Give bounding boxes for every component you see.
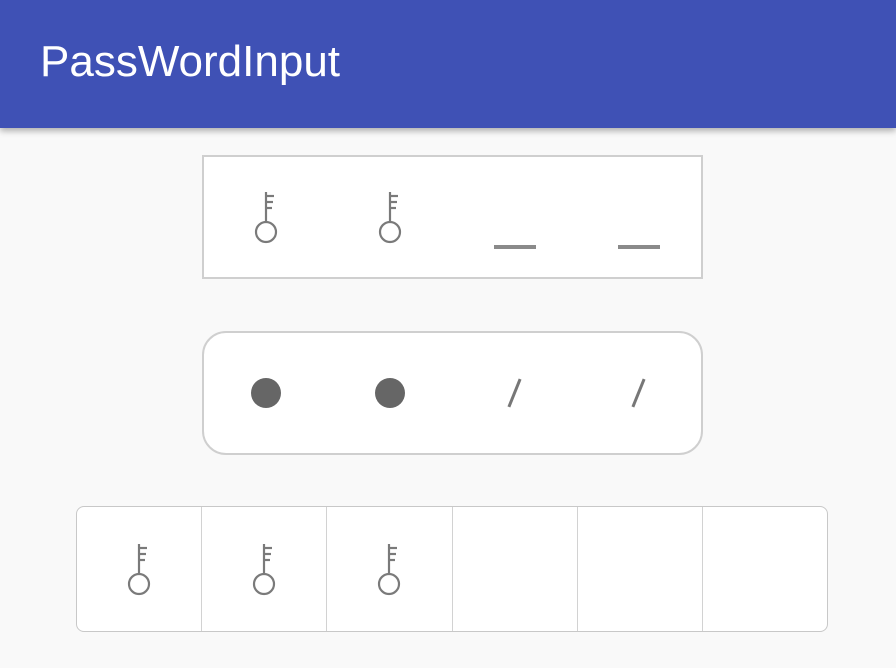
key-icon xyxy=(127,544,151,596)
password-cell-filled xyxy=(201,507,326,631)
slash-placeholder xyxy=(631,378,646,408)
key-icon xyxy=(378,544,401,596)
password-input-rounded[interactable] xyxy=(202,331,703,455)
slash-placeholder xyxy=(507,378,522,408)
app-title: PassWordInput xyxy=(40,37,341,86)
key-icon xyxy=(253,544,276,596)
password-cell-filled xyxy=(77,507,201,631)
password-cell-empty xyxy=(576,507,702,631)
password-cell-empty xyxy=(577,333,701,453)
password-cell-filled xyxy=(328,157,452,277)
app-bar: PassWordInput xyxy=(0,0,896,128)
password-cell-empty xyxy=(451,507,577,631)
key-icon xyxy=(379,192,402,244)
filled-dot xyxy=(251,378,282,408)
password-cell-empty xyxy=(577,157,701,277)
underline-placeholder xyxy=(617,245,660,249)
key-icon xyxy=(255,192,278,244)
password-cell-filled xyxy=(204,333,328,453)
password-input-square[interactable] xyxy=(202,155,703,279)
password-cell-filled xyxy=(204,157,328,277)
password-cell-filled xyxy=(328,333,452,453)
password-cell-empty xyxy=(701,507,827,631)
password-cell-empty xyxy=(453,333,577,453)
underline-placeholder xyxy=(493,245,536,249)
password-input-grid[interactable] xyxy=(76,506,828,632)
filled-dot xyxy=(375,378,406,408)
password-cell-filled xyxy=(326,507,451,631)
password-cell-empty xyxy=(453,157,577,277)
